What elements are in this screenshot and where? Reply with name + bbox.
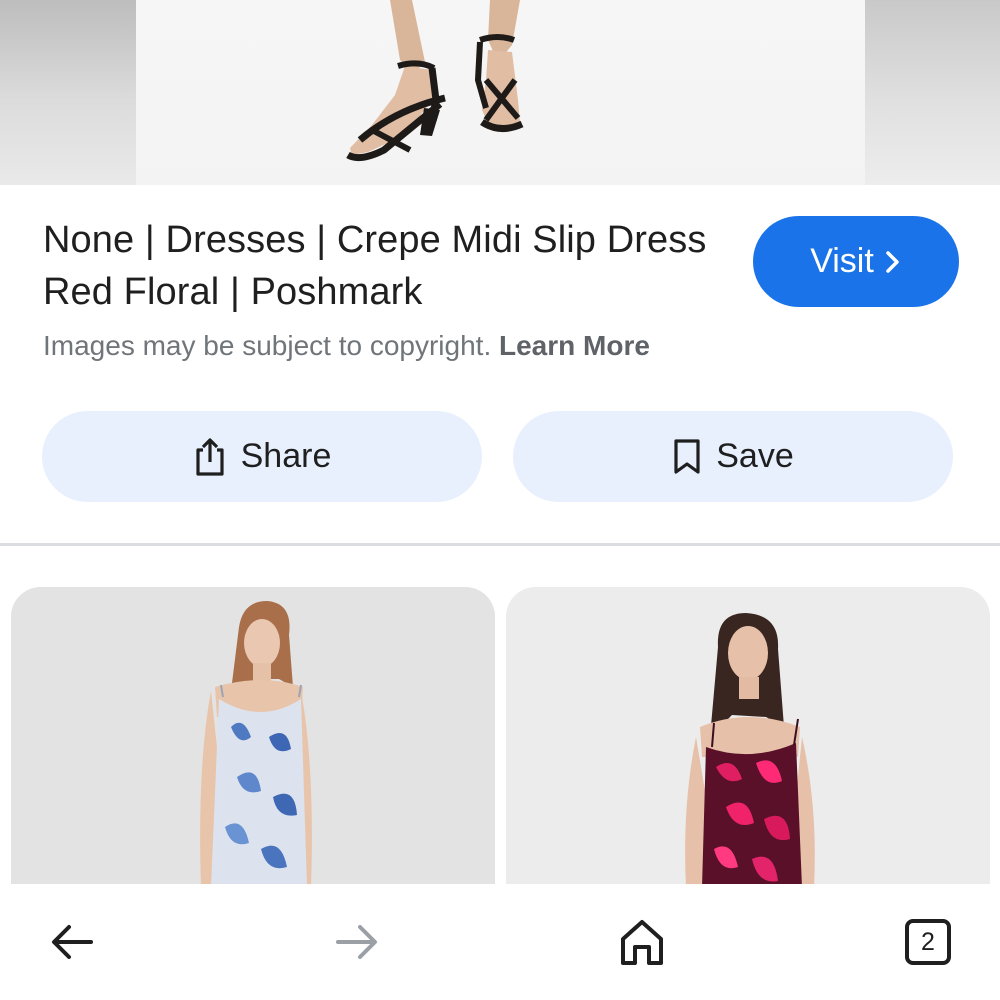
result-title: None | Dresses | Crepe Midi Slip Dress R… — [43, 219, 707, 313]
home-button[interactable] — [600, 884, 684, 1000]
share-button-label: Share — [240, 437, 332, 475]
share-button[interactable]: Share — [42, 411, 482, 502]
learn-more-link[interactable]: Learn More — [499, 330, 650, 361]
copyright-notice: Images may be subject to copyright. Lear… — [43, 330, 650, 362]
chevron-right-icon — [886, 250, 899, 273]
blue-floral-dress-image — [11, 587, 495, 887]
bookmark-icon — [674, 438, 700, 474]
tab-count: 2 — [921, 927, 935, 956]
back-button[interactable] — [30, 884, 114, 1000]
tabs-button[interactable]: 2 — [886, 884, 970, 1000]
visit-button-label: Visit — [810, 242, 874, 280]
back-arrow-icon — [52, 925, 93, 959]
forward-button[interactable] — [315, 884, 399, 1000]
tabs-icon: 2 — [905, 919, 951, 965]
sandals-illustration — [346, 0, 524, 162]
save-button[interactable]: Save — [513, 411, 953, 502]
home-icon — [621, 920, 663, 965]
copyright-text: Images may be subject to copyright. — [43, 330, 492, 361]
visit-button[interactable]: Visit — [753, 216, 959, 307]
forward-arrow-icon — [336, 925, 377, 959]
red-floral-dress-image — [506, 587, 990, 887]
related-image-card[interactable] — [11, 587, 495, 887]
related-image-card[interactable] — [506, 587, 990, 887]
save-button-label: Save — [716, 437, 794, 475]
bottom-navigation-bar: 2 — [0, 884, 1000, 1000]
hero-product-image[interactable] — [0, 0, 1000, 185]
share-icon — [196, 437, 224, 476]
section-divider — [0, 543, 1000, 546]
